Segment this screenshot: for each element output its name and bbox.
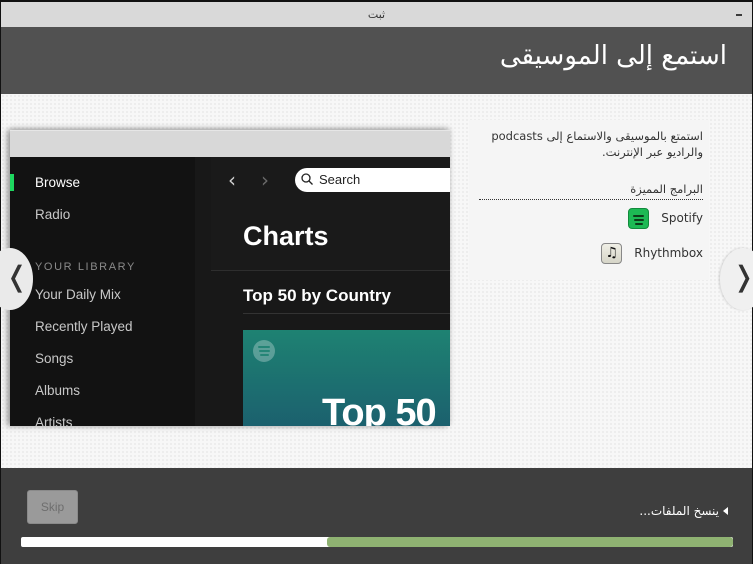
preview-search-placeholder: Search	[319, 172, 361, 187]
install-footer: Skip ينسخ الملفات...	[1, 468, 752, 564]
featured-apps-heading: البرامج المميزة	[630, 182, 703, 196]
spotify-preview-image: Browse Radio YOUR LIBRARY Your Daily Mix…	[10, 130, 450, 426]
slide-description: استمتع بالموسيقى والاستماع إلى podcasts …	[491, 129, 703, 159]
preview-search-box: Search	[295, 168, 450, 192]
preview-card-title: Top 50	[322, 392, 437, 426]
featured-app-rhythmbox[interactable]: ♫ Rhythmbox	[601, 242, 703, 264]
preview-sidebar-item-browse: Browse	[35, 175, 81, 190]
preview-titlebar	[10, 130, 450, 157]
status-expander[interactable]: ينسخ الملفات...	[639, 504, 728, 518]
slideshow: Browse Radio YOUR LIBRARY Your Daily Mix…	[0, 94, 753, 468]
spotify-logo-icon	[253, 340, 275, 362]
next-slide-button[interactable]: ❭	[720, 248, 753, 310]
expander-arrow-icon	[723, 507, 728, 515]
spotify-icon	[628, 207, 650, 229]
skip-button[interactable]: Skip	[27, 490, 78, 524]
installer-window: ثبت استمع إلى الموسيقى Browse Radio YOUR…	[0, 2, 753, 564]
preview-forward-icon: ›	[261, 168, 269, 192]
preview-page-title: Charts	[243, 221, 329, 251]
preview-library-item: Your Daily Mix	[35, 287, 121, 302]
preview-playlist-card: Top 50	[243, 330, 450, 426]
preview-library-heading: YOUR LIBRARY	[35, 261, 136, 273]
progress-fill	[327, 537, 733, 547]
app-name: Rhythmbox	[634, 246, 703, 260]
preview-topbar: ‹ › Search Charts	[211, 157, 450, 271]
preview-library-item: Albums	[35, 383, 81, 398]
preview-library-item: Artists	[35, 415, 73, 426]
featured-divider	[479, 199, 703, 200]
preview-sidebar-item-radio: Radio	[35, 207, 71, 222]
preview-library-item: Songs	[35, 351, 74, 366]
search-icon	[301, 173, 313, 185]
featured-app-spotify[interactable]: Spotify	[628, 207, 703, 229]
preview-library-item: Recently Played	[35, 319, 133, 334]
preview-main: ‹ › Search Charts Top 50 by Country Top …	[211, 157, 450, 426]
chevron-right-icon: ❭	[732, 262, 753, 292]
app-name: Spotify	[661, 211, 703, 225]
progress-bar	[21, 537, 733, 547]
active-indicator	[10, 174, 14, 191]
minimize-button[interactable]	[734, 10, 746, 20]
preview-sidebar: Browse Radio YOUR LIBRARY Your Daily Mix…	[10, 157, 195, 426]
page-title: استمع إلى الموسيقى	[499, 41, 727, 71]
title-bar: ثبت	[1, 2, 752, 27]
status-text: ينسخ الملفات...	[639, 504, 719, 518]
window-title: ثبت	[367, 8, 386, 21]
preview-divider	[195, 157, 211, 426]
preview-section-title: Top 50 by Country	[243, 286, 391, 305]
page-header: استمع إلى الموسيقى	[1, 27, 752, 94]
info-panel: استمتع بالموسيقى والاستماع إلى podcasts …	[469, 120, 709, 280]
music-note-icon: ♫	[601, 242, 623, 264]
chevron-left-icon: ❬	[5, 260, 29, 293]
preview-back-icon: ‹	[228, 168, 236, 192]
preview-section-divider	[243, 313, 450, 314]
